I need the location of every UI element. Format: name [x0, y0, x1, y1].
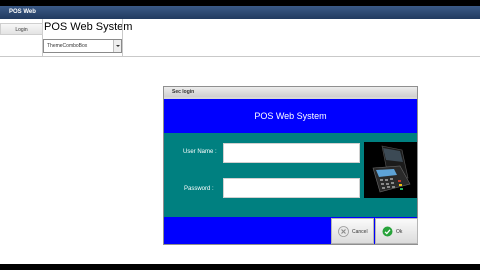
- login-tab[interactable]: Login: [0, 19, 43, 57]
- password-label: Password :: [184, 186, 214, 192]
- check-circle-icon: [382, 226, 393, 237]
- ok-button[interactable]: Ok: [375, 218, 418, 244]
- theme-combobox[interactable]: ThemeComboBox: [43, 39, 122, 53]
- card-terminal-image: [364, 142, 417, 198]
- theme-combobox-value: ThemeComboBox: [47, 43, 88, 49]
- app-window: POS Web Login POS Web System ThemeComboB…: [0, 6, 480, 264]
- password-input[interactable]: [223, 178, 360, 198]
- dialog-header: POS Web System: [164, 99, 417, 133]
- toolbar-divider: [122, 19, 123, 57]
- cancel-button[interactable]: Cancel: [331, 218, 374, 244]
- ok-button-label: Ok: [396, 229, 403, 235]
- login-tab-label: Login: [0, 23, 43, 35]
- dialog-title: Sec login: [164, 87, 417, 97]
- brand-title: POS Web System: [44, 21, 133, 33]
- chevron-down-icon[interactable]: [113, 40, 121, 52]
- window-title: POS Web: [0, 6, 480, 19]
- dialog-form: User Name : Password :: [164, 133, 417, 217]
- cancel-circle-icon: [338, 226, 349, 237]
- login-dialog: Sec login POS Web System User Name : Pas…: [163, 86, 418, 245]
- cancel-button-label: Cancel: [352, 229, 368, 235]
- username-label: User Name :: [183, 149, 217, 155]
- username-input[interactable]: [223, 143, 360, 163]
